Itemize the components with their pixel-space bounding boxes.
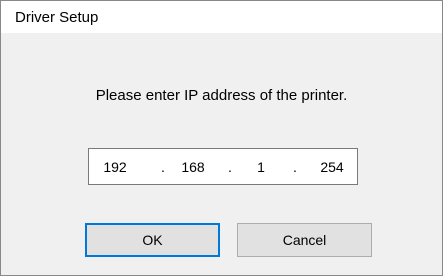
cancel-button[interactable]: Cancel	[237, 223, 372, 257]
ok-button[interactable]: OK	[85, 223, 220, 257]
ip-separator-3: .	[293, 159, 297, 175]
ip-separator-2: .	[228, 159, 232, 175]
ip-address-input[interactable]: 192 . 168 . 1 . 254	[88, 148, 358, 185]
ip-prompt-label: Please enter IP address of the printer.	[95, 87, 348, 104]
ip-octet-3[interactable]: 1	[240, 159, 282, 175]
ip-octet-4[interactable]: 254	[311, 159, 353, 175]
driver-setup-dialog: Driver Setup Please enter IP address of …	[0, 0, 443, 276]
dialog-title: Driver Setup	[15, 9, 99, 26]
ip-separator-1: .	[161, 159, 165, 175]
ip-octet-2[interactable]: 168	[172, 159, 214, 175]
title-bar[interactable]: Driver Setup	[1, 1, 442, 33]
ip-octet-1[interactable]: 192	[94, 159, 136, 175]
